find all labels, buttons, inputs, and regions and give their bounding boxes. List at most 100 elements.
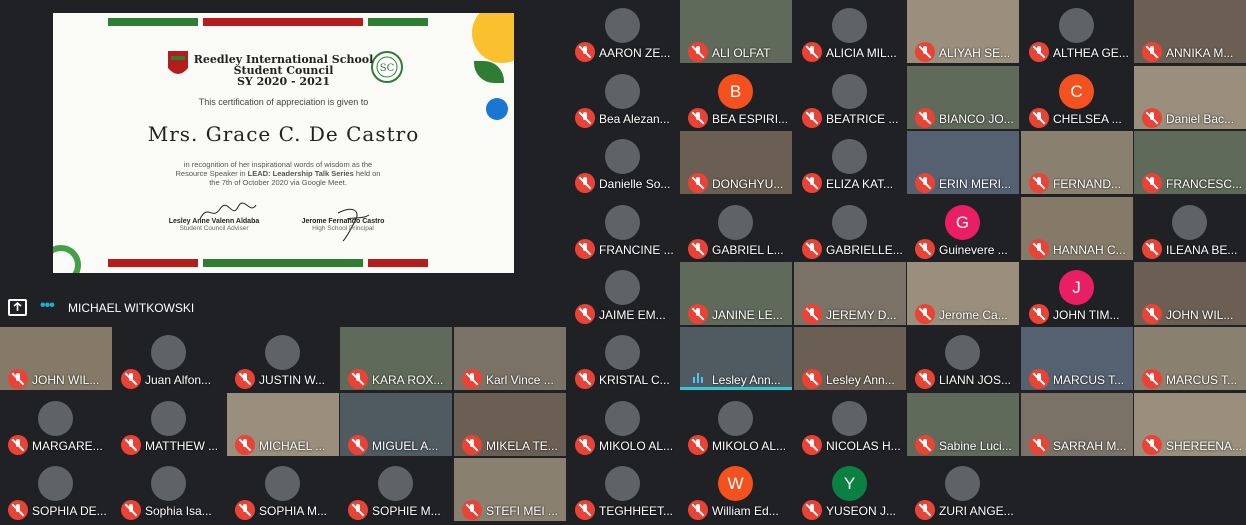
participant-tile[interactable]: ANNIKA M... xyxy=(1134,0,1246,63)
participant-tile[interactable]: ILEANA BE... xyxy=(1134,197,1246,260)
avatar xyxy=(832,139,867,174)
avatar: Y xyxy=(832,466,867,501)
participant-name: TEGHHEET... xyxy=(599,504,674,518)
participant-tile[interactable]: TEGHHEET... xyxy=(567,458,679,521)
participant-name: BIANCO JO... xyxy=(939,112,1014,126)
participant-tile[interactable]: C CHELSEA ... xyxy=(1021,66,1133,129)
participant-tile[interactable]: SHEREENA... xyxy=(1134,393,1246,456)
participant-name: STEFI MEI ... xyxy=(486,504,559,518)
participant-name: ANNIKA M... xyxy=(1166,46,1234,60)
participant-tile[interactable]: JOHN WIL... xyxy=(0,327,112,390)
mic-muted-icon xyxy=(1029,239,1049,259)
avatar: C xyxy=(1059,74,1094,109)
participant-tile[interactable]: ALTHEA GE... xyxy=(1021,0,1133,63)
participant-tile[interactable]: FERNAND... xyxy=(1021,131,1133,194)
mic-muted-icon xyxy=(575,42,595,62)
signer-principal-role: High School Principal xyxy=(312,225,374,232)
participant-tile[interactable]: ELIZA KAT... xyxy=(794,131,906,194)
participant-tile[interactable]: DONGHYU... xyxy=(680,131,792,194)
participant-tile[interactable]: JAIME EM... xyxy=(567,262,679,325)
avatar xyxy=(945,466,980,501)
participant-name: ZURI ANGE... xyxy=(939,504,1014,518)
participant-tile[interactable]: STEFI MEI ... xyxy=(454,458,566,521)
participant-tile[interactable]: Lesley Ann... xyxy=(680,327,792,390)
participant-tile[interactable]: BIANCO JO... xyxy=(907,66,1019,129)
participant-name: KARA ROX... xyxy=(372,373,444,387)
participant-tile[interactable]: Sophia Isa... xyxy=(113,458,225,521)
participant-tile[interactable]: SARRAH M... xyxy=(1021,393,1133,456)
participant-tile[interactable]: MIKOLO AL... xyxy=(567,393,679,456)
participant-tile[interactable]: KARA ROX... xyxy=(340,327,452,390)
desc-line-3: the 7th of October 2020 via Google Meet. xyxy=(209,178,347,187)
desc-line-2c: held on xyxy=(353,169,381,178)
participant-name: YUSEON J... xyxy=(826,504,897,518)
participant-tile[interactable]: MIKELA TE... xyxy=(454,393,566,456)
participant-name: ALIYAH SE... xyxy=(939,46,1011,60)
participant-tile[interactable]: KRISTAL C... xyxy=(567,327,679,390)
mic-muted-icon xyxy=(235,369,255,389)
participant-tile[interactable]: SOPHIE M... xyxy=(340,458,452,521)
avatar: W xyxy=(718,466,753,501)
mic-muted-icon xyxy=(688,304,708,324)
mic-muted-icon xyxy=(688,239,708,259)
participant-tile[interactable]: Bea Alezan... xyxy=(567,66,679,129)
participant-tile[interactable]: G Guinevere ... xyxy=(907,197,1019,260)
participant-tile[interactable]: W William Ed... xyxy=(680,458,792,521)
mic-muted-icon xyxy=(688,435,708,455)
participant-tile[interactable]: Danielle So... xyxy=(567,131,679,194)
participant-tile[interactable]: MIKOLO AL... xyxy=(680,393,792,456)
participant-tile[interactable]: SOPHIA M... xyxy=(227,458,339,521)
avatar xyxy=(945,335,980,370)
participant-tile[interactable]: HANNAH C... xyxy=(1021,197,1133,260)
participant-tile[interactable]: B BEA ESPIRI... xyxy=(680,66,792,129)
participant-tile[interactable]: ZURI ANGE... xyxy=(907,458,1019,521)
participant-tile[interactable]: JOHN WIL... xyxy=(1134,262,1246,325)
participant-tile[interactable]: Lesley Ann... xyxy=(794,327,906,390)
participant-tile[interactable]: MARCUS T... xyxy=(1021,327,1133,390)
participant-name: ELIZA KAT... xyxy=(826,177,894,191)
participant-tile[interactable]: Karl Vince ... xyxy=(454,327,566,390)
participant-tile[interactable]: ALICIA MIL... xyxy=(794,0,906,63)
participant-tile[interactable]: ALIYAH SE... xyxy=(907,0,1019,63)
participant-tile[interactable]: SOPHIA DE... xyxy=(0,458,112,521)
desc-line-2a: Resource Speaker in xyxy=(175,169,248,178)
participant-tile[interactable]: JANINE LE... xyxy=(680,262,792,325)
participant-tile[interactable]: AARON ZE... xyxy=(567,0,679,63)
participant-name: SOPHIA DE... xyxy=(32,504,107,518)
participant-tile[interactable]: MICHAEL ... xyxy=(227,393,339,456)
participant-tile[interactable]: Jerome Ca... xyxy=(907,262,1019,325)
participant-tile[interactable]: MARGARE... xyxy=(0,393,112,456)
participant-tile[interactable]: MARCUS T... xyxy=(1134,327,1246,390)
present-screen-icon[interactable] xyxy=(8,299,27,316)
mic-muted-icon xyxy=(575,369,595,389)
participant-tile[interactable]: FRANCINE ... xyxy=(567,197,679,260)
participant-name: BEA ESPIRI... xyxy=(712,112,789,126)
participant-tile[interactable]: JUSTIN W... xyxy=(227,327,339,390)
participant-name: MARGARE... xyxy=(32,439,103,453)
participant-tile[interactable]: J JOHN TIM... xyxy=(1021,262,1133,325)
participant-tile[interactable]: FRANCESC... xyxy=(1134,131,1246,194)
participant-tile[interactable]: Daniel Bac... xyxy=(1134,66,1246,129)
participant-name: MIKELA TE... xyxy=(486,439,558,453)
mic-muted-icon xyxy=(802,435,822,455)
avatar xyxy=(718,401,753,436)
participant-tile[interactable]: ERIN MERI... xyxy=(907,131,1019,194)
participant-tile[interactable]: GABRIELLE... xyxy=(794,197,906,260)
participant-tile[interactable]: Sabine Luci... xyxy=(907,393,1019,456)
participant-tile[interactable]: GABRIEL L... xyxy=(680,197,792,260)
participant-tile[interactable]: BEATRICE ... xyxy=(794,66,906,129)
mic-muted-icon xyxy=(462,369,482,389)
participant-name: William Ed... xyxy=(712,504,779,518)
participant-tile[interactable]: Juan Alfon... xyxy=(113,327,225,390)
participant-tile[interactable]: MIGUEL A... xyxy=(340,393,452,456)
participant-tile[interactable]: LIANN JOS... xyxy=(907,327,1019,390)
participant-tile[interactable]: NICOLAS H... xyxy=(794,393,906,456)
participant-tile[interactable]: JEREMY D... xyxy=(794,262,906,325)
participant-tile[interactable]: ALI OLFAT xyxy=(680,0,792,63)
participant-tile[interactable]: Y YUSEON J... xyxy=(794,458,906,521)
participant-tile[interactable]: MATTHEW ... xyxy=(113,393,225,456)
more-options-icon[interactable]: ••• xyxy=(40,297,55,315)
participant-name: SOPHIE M... xyxy=(372,504,441,518)
avatar xyxy=(38,466,73,501)
signer-principal: Jerome Fernando Castro High School Princ… xyxy=(278,218,408,232)
